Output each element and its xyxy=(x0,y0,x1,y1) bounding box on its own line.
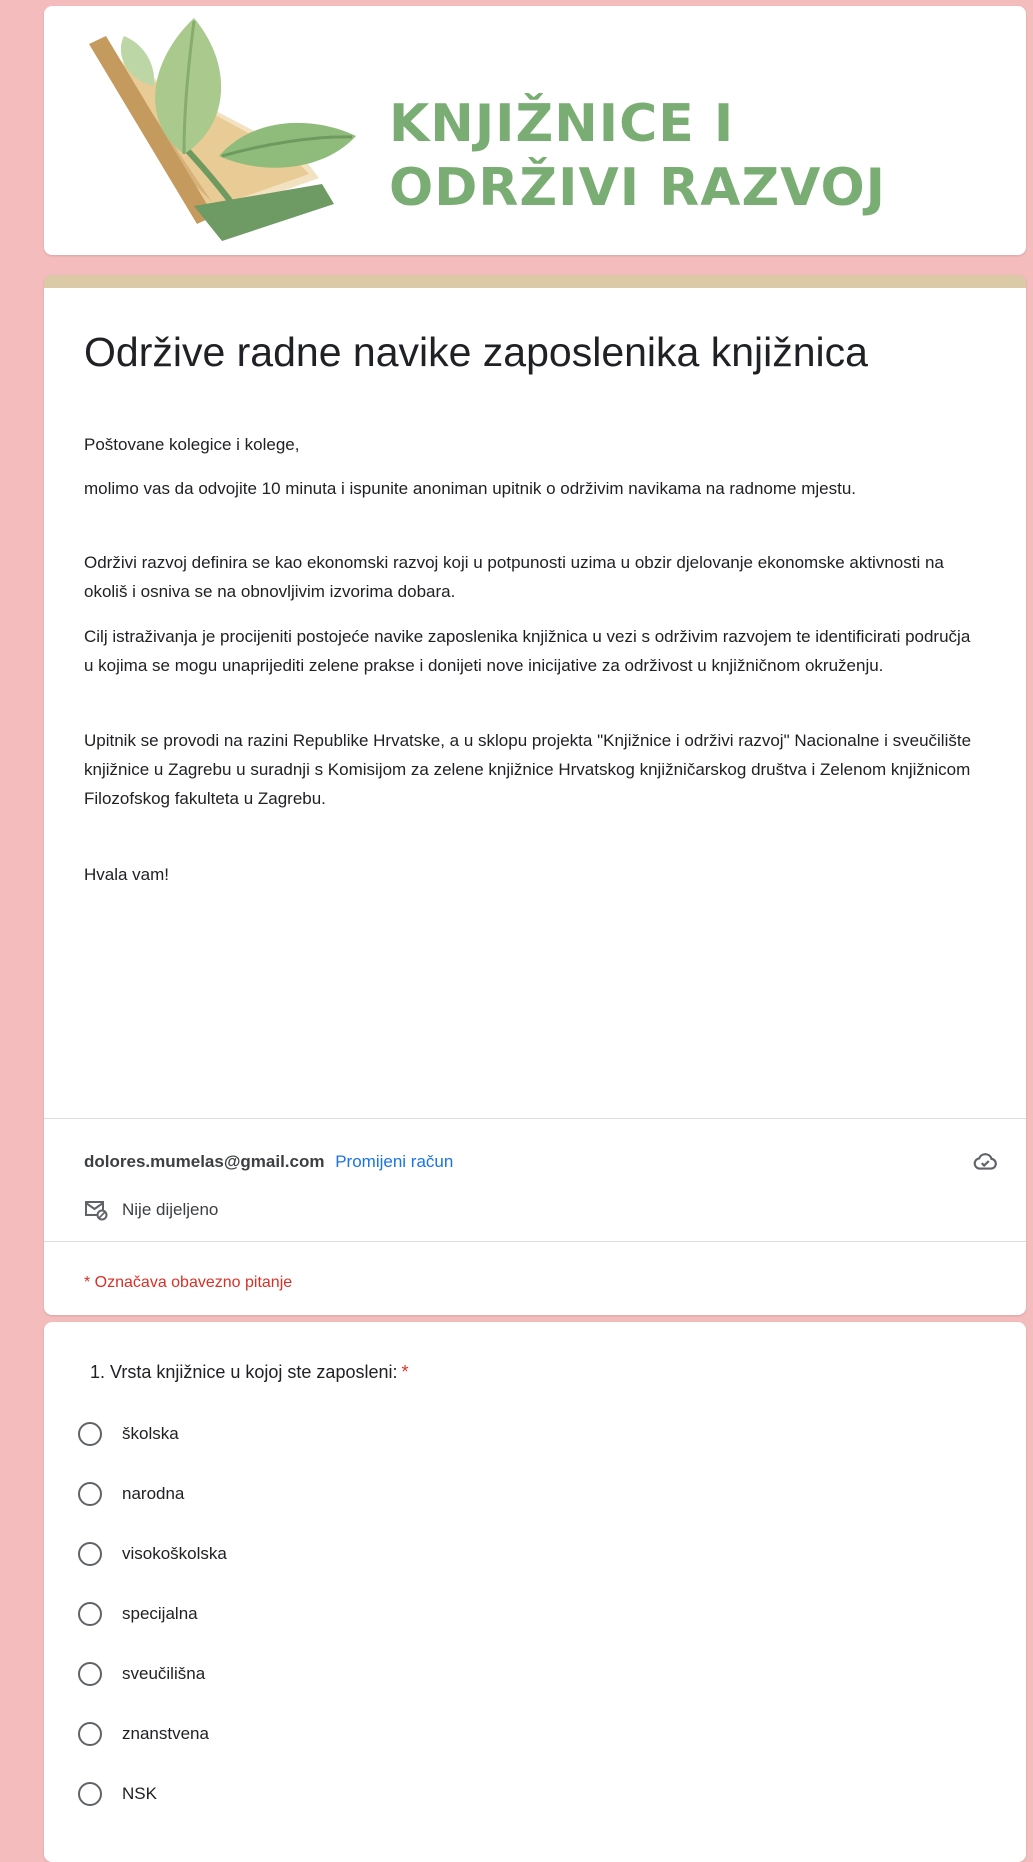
option-visokoskolska[interactable]: visokoškolska xyxy=(78,1538,227,1570)
option-narodna[interactable]: narodna xyxy=(78,1478,184,1510)
description-paragraph-2: Održivi razvoj definira se kao ekonomski… xyxy=(84,553,944,601)
radio-button[interactable] xyxy=(78,1602,102,1626)
option-nsk[interactable]: NSK xyxy=(78,1778,157,1810)
radio-button[interactable] xyxy=(78,1782,102,1806)
radio-button[interactable] xyxy=(78,1722,102,1746)
mail-not-shared-icon xyxy=(85,1201,108,1221)
book-leaves-logo-icon xyxy=(89,18,356,241)
description-closing: Hvala vam! xyxy=(84,865,170,884)
logo-line-2: ODRŽIVI RAZVOJ xyxy=(389,158,887,218)
switch-account-link[interactable]: Promijeni račun xyxy=(335,1152,453,1171)
account-email: dolores.mumelas@gmail.com xyxy=(84,1152,325,1171)
option-label: specijalna xyxy=(122,1604,198,1623)
logo-wordmark: KNJIŽNICE I ODRŽIVI RAZVOJ xyxy=(389,92,886,220)
sharing-status: Nije dijeljeno xyxy=(122,1200,219,1219)
option-label: sveučilišna xyxy=(122,1664,206,1683)
required-asterisk: * xyxy=(401,1362,409,1382)
radio-button[interactable] xyxy=(78,1662,102,1686)
question-card: 1. Vrsta knjižnice u kojoj ste zaposleni… xyxy=(44,1322,1026,1862)
required-note: * Označava obavezno pitanje xyxy=(84,1274,293,1291)
option-sveucilisna[interactable]: sveučilišna xyxy=(78,1658,205,1690)
description-paragraph-3: Cilj istraživanja je procijeniti postoje… xyxy=(84,627,971,675)
option-label: visokoškolska xyxy=(122,1544,227,1563)
question-text: 1. Vrsta knjižnice u kojoj ste zaposleni… xyxy=(90,1362,398,1382)
option-specijalna[interactable]: specijalna xyxy=(78,1598,198,1630)
option-label: narodna xyxy=(122,1484,185,1503)
divider xyxy=(44,1118,1026,1119)
description-paragraph-4: Upitnik se provodi na razini Republike H… xyxy=(84,731,972,808)
radio-button[interactable] xyxy=(78,1422,102,1446)
header-banner: KNJIŽNICE I ODRŽIVI RAZVOJ xyxy=(44,6,1026,255)
description-paragraph-1: molimo vas da odvojite 10 minuta i ispun… xyxy=(84,479,856,498)
divider xyxy=(44,1241,1026,1242)
cloud-saved-icon xyxy=(973,1153,997,1170)
description-greeting: Poštovane kolegice i kolege, xyxy=(84,435,300,454)
radio-button[interactable] xyxy=(78,1482,102,1506)
radio-button[interactable] xyxy=(78,1542,102,1566)
form-info-card: Održive radne navike zaposlenika knjižni… xyxy=(44,275,1026,1315)
option-label: NSK xyxy=(122,1784,157,1803)
logo-line-1: KNJIŽNICE I xyxy=(389,94,735,154)
option-label: školska xyxy=(122,1424,179,1443)
option-skolska[interactable]: školska xyxy=(78,1418,179,1450)
option-label: znanstvena xyxy=(122,1724,209,1743)
question-title: 1. Vrsta knjižnice u kojoj ste zaposleni… xyxy=(90,1362,409,1383)
option-znanstvena[interactable]: znanstvena xyxy=(78,1718,209,1750)
form-title: Održive radne navike zaposlenika knjižni… xyxy=(84,329,868,375)
account-line: dolores.mumelas@gmail.com Promijeni raču… xyxy=(84,1152,453,1172)
